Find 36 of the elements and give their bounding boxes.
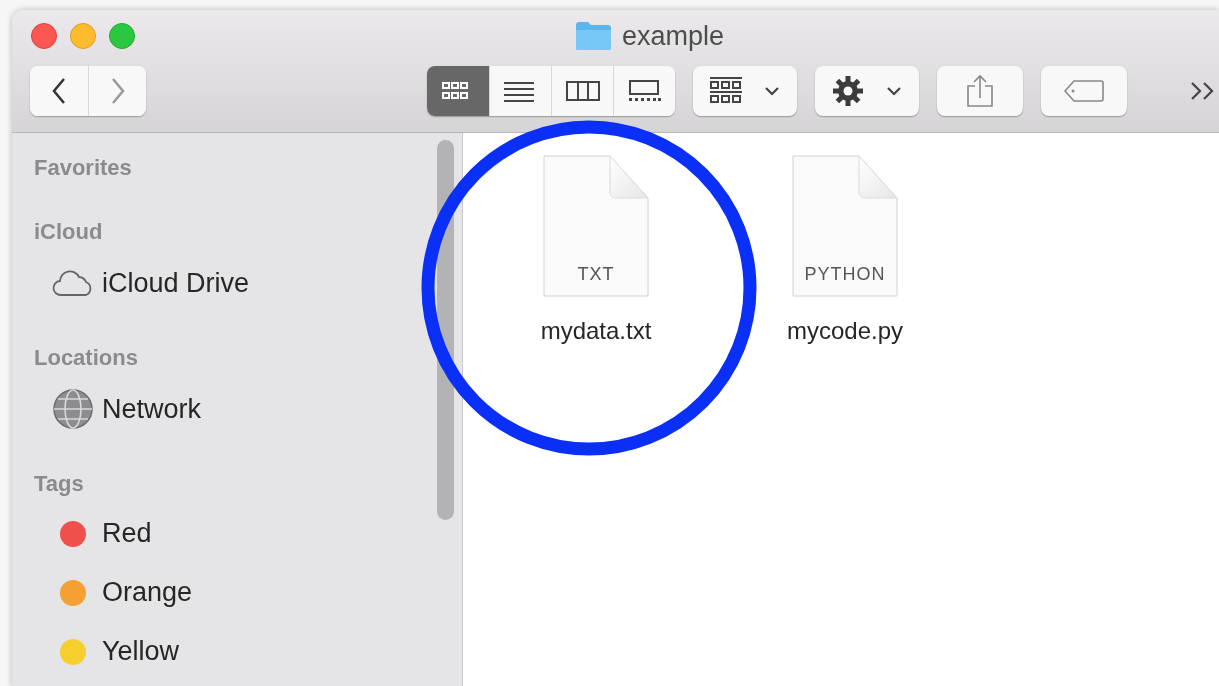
chevron-down-icon — [886, 86, 902, 96]
arrange-button[interactable] — [693, 66, 797, 116]
action-button[interactable] — [815, 66, 919, 116]
file-name[interactable]: mydata.txt — [540, 317, 652, 345]
icon-view-button[interactable] — [427, 66, 489, 116]
chevron-left-icon — [52, 77, 66, 105]
globe-icon — [52, 388, 94, 430]
cloud-icon — [52, 269, 94, 297]
sidebar-item[interactable]: iCloud Drive — [34, 252, 462, 314]
tag-icon — [1064, 79, 1104, 103]
gallery-icon — [627, 80, 662, 102]
chevron-down-icon — [764, 86, 780, 96]
list-view-button[interactable] — [489, 66, 551, 116]
section-header: iCloud — [34, 219, 103, 245]
chevron-right-icon — [110, 77, 125, 105]
document-icon[interactable]: TXT — [543, 155, 649, 297]
section-header: Locations — [34, 345, 138, 371]
grid-icon — [710, 76, 742, 106]
sidebar-item[interactable]: Orange — [34, 563, 462, 622]
share-icon — [966, 74, 994, 108]
section-header: Tags — [34, 471, 84, 497]
columns-icon — [565, 80, 600, 102]
gallery-view-button[interactable] — [613, 66, 675, 116]
double-chevron-icon — [1190, 81, 1216, 101]
gear-icon — [832, 75, 864, 107]
sidebar-item[interactable]: Red — [34, 504, 462, 563]
section-header: Favorites — [34, 155, 132, 181]
sidebar-item[interactable]: Network — [34, 378, 462, 440]
back-button[interactable] — [30, 66, 88, 116]
sidebar-item[interactable]: Yellow — [34, 622, 462, 681]
file-name[interactable]: mycode.py — [786, 317, 904, 345]
document-icon[interactable]: PYTHON — [792, 155, 898, 297]
window-title: example — [622, 20, 725, 52]
folder-icon — [575, 21, 612, 51]
column-view-button[interactable] — [551, 66, 613, 116]
close-button[interactable] — [31, 23, 57, 49]
